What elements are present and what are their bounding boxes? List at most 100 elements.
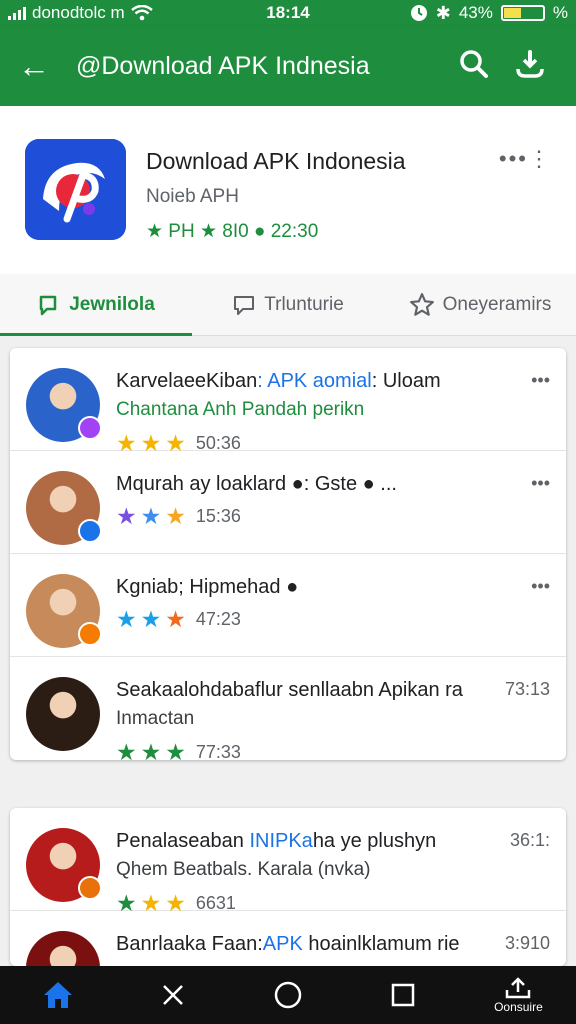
avatar (26, 368, 102, 442)
bluetooth-icon: ✱ (435, 2, 451, 23)
message-icon (234, 295, 255, 315)
carrier-label: donodtolc m (32, 3, 125, 22)
star-icon: ★ (140, 503, 162, 529)
item-title: Seakaalohdabaflur senllaabn Apikan ra (116, 679, 463, 702)
item-title-text: Mqurah ay loaklard (116, 473, 287, 495)
item-title-text: Banrlaaka Faan: (116, 933, 263, 955)
alarm-icon (410, 5, 427, 21)
avatar (26, 471, 102, 545)
more-options-icon[interactable]: ••• (531, 370, 550, 391)
item-title-text: Kgniab; Hipmehad (116, 576, 281, 598)
tab-label: Oneyeramirs (442, 293, 552, 315)
list-item[interactable]: Mqurah ay loaklard ●: Gste ● ... ★ ★ ★ 15:36… (10, 451, 566, 554)
nav-recents[interactable] (346, 982, 461, 1008)
battery-icon (500, 5, 545, 21)
star-icon: ★ (116, 606, 137, 632)
item-title-tail: hoainlklamum rie (302, 933, 460, 955)
star-icon: ★ (140, 606, 162, 632)
app-bar: ← @Download APK Indnesia (0, 26, 576, 106)
verified-badge-icon (78, 622, 102, 646)
battery-percent: 43% (458, 3, 493, 22)
list-item[interactable]: Banrlaaka Faan:APK hoainlklamum rie 3:910 (10, 911, 566, 966)
avatar (26, 574, 102, 648)
item-title: KarvelaeeKiban: APK aomial: Uloam (116, 370, 441, 393)
item-title-highlight: INIPKa (243, 830, 313, 852)
item-title: Penalaseaban INIPKaha ye plushyn (116, 830, 436, 853)
nav-home[interactable] (0, 980, 115, 1010)
circle-icon (274, 981, 302, 1009)
chat-icon (39, 295, 57, 315)
item-title-highlight: : APK aomial (257, 370, 372, 392)
app-rating-line: ★ PH ★ 8I0 ● 22:30 (146, 221, 319, 242)
item-subtitle: Qhem Beatbals. Karala (nvka) (116, 859, 371, 880)
app-developer: Noieb APH (146, 186, 239, 207)
star-icon (409, 292, 434, 316)
tab-label: Trlunturie (264, 293, 344, 315)
item-subtitle: Chantana Anh Pandah perikn (116, 399, 365, 420)
item-meta: 3:910 (504, 933, 550, 953)
item-title-text: KarvelaeeKiban (116, 370, 258, 392)
list-item[interactable]: KarvelaeeKiban: APK aomial: Uloam Chantan… (10, 348, 566, 456)
app-logo-icon[interactable] (25, 139, 126, 240)
star-icon: ★ (165, 503, 186, 529)
back-arrow-icon[interactable]: ← (18, 48, 68, 85)
app-header-card: Download APK Indonesia Noieb APH ★ PH ★ … (0, 106, 576, 274)
more-options-icon[interactable]: ••• (531, 473, 550, 494)
search-icon[interactable] (446, 49, 502, 84)
item-title: Kgniab; Hipmehad ● (116, 576, 298, 599)
tab-trlunturie[interactable]: Trlunturie (192, 274, 384, 335)
star-icon: ★ (165, 739, 186, 760)
list-item[interactable]: Kgniab; Hipmehad ● ★ ★ ★ 47:23 ••• (10, 554, 566, 657)
list-item[interactable]: Seakaalohdabaflur senllaabn Apikan ra Inm… (10, 657, 566, 760)
upload-icon (506, 977, 531, 999)
app-name: Download APK Indonesia (146, 148, 406, 174)
app-list-card: KarvelaeeKiban: APK aomial: Uloam Chantan… (10, 348, 566, 760)
item-rating-value: 15:36 (195, 506, 241, 526)
avatar (26, 931, 100, 966)
nav-home-circle[interactable] (230, 980, 345, 1010)
item-title-tail: ● (280, 576, 299, 598)
verified-badge-icon (78, 519, 102, 543)
avatar (26, 828, 102, 902)
item-meta: 73:13 (504, 679, 550, 699)
nav-close[interactable] (115, 982, 230, 1008)
item-subtitle: Inmactan (116, 708, 195, 729)
avatar (26, 677, 100, 751)
nav-upload[interactable]: Oonsuire (461, 976, 576, 1014)
wifi-icon (130, 5, 153, 21)
item-meta: 36:1: (509, 830, 550, 850)
more-options-icon[interactable]: •••⋮ (499, 146, 552, 172)
home-icon (43, 982, 72, 1008)
item-title-text: Penalaseaban (116, 830, 244, 852)
item-title-highlight: APK (262, 933, 303, 955)
item-rating: ★ ★ ★ 15:36 (116, 503, 241, 530)
download-icon[interactable] (502, 49, 558, 84)
app-bar-title: @Download APK Indnesia (76, 51, 370, 80)
list-item[interactable]: Penalaseaban INIPKaha ye plushyn Qhem Bea… (10, 808, 566, 916)
star-icon: ★ (140, 739, 162, 760)
item-rating: ★ ★ ★ 77:33 (116, 739, 241, 760)
app-list-card: Penalaseaban INIPKaha ye plushyn Qhem Bea… (10, 808, 566, 966)
more-options-icon[interactable]: ••• (531, 576, 550, 597)
star-icon: ★ (116, 739, 137, 760)
item-rating: ★ ★ ★ 47:23 (116, 606, 241, 633)
nav-upload-label: Oonsuire (494, 1000, 543, 1014)
tab-jewnilola[interactable]: Jewnilola (0, 274, 192, 336)
item-title-tail: : Uloam (371, 370, 441, 392)
close-icon (162, 985, 183, 1005)
item-title: Banrlaaka Faan:APK hoainlklamum rie (116, 933, 460, 956)
tab-oneyeramirs[interactable]: Oneyeramirs (384, 274, 576, 335)
square-icon (391, 983, 415, 1007)
verified-badge-icon (78, 416, 102, 440)
item-title: Mqurah ay loaklard ●: Gste ● ... (116, 473, 397, 496)
navigation-bar: Oonsuire (0, 966, 576, 1024)
star-icon: ★ (116, 503, 137, 529)
item-rating-value: 77:33 (195, 742, 241, 760)
star-icon: ★ (165, 606, 186, 632)
item-title-tail: ha ye plushyn (312, 830, 437, 852)
status-bar: donodtolc m 18:14 ✱ 43% % (0, 0, 576, 26)
verified-badge-icon (78, 876, 102, 900)
tab-bar: Jewnilola Trlunturie Oneyeramirs (0, 274, 576, 336)
tab-label: Jewnilola (69, 293, 155, 315)
signal-icon (8, 6, 26, 20)
